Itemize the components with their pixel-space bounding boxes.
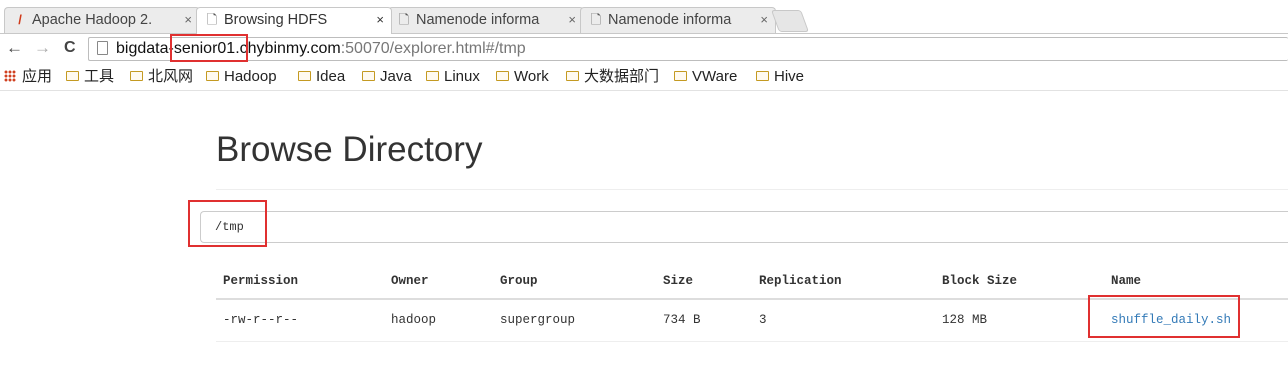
apps-grid-icon <box>4 70 16 82</box>
hadoop-favicon-icon: / <box>18 12 22 27</box>
bookmark-folder[interactable]: 工具 <box>66 64 114 90</box>
forward-arrow-icon[interactable]: → <box>34 36 51 60</box>
folder-icon <box>426 71 439 81</box>
divider <box>216 189 1288 190</box>
bookmark-folder[interactable]: 北风网 <box>130 64 193 90</box>
folder-icon <box>298 71 311 81</box>
folder-icon <box>674 71 687 81</box>
highlight-box-path <box>188 200 267 247</box>
folder-icon <box>206 71 219 81</box>
page-title: Browse Directory <box>216 130 483 169</box>
page-info-icon <box>97 41 108 55</box>
cell-permission: -rw-r--r-- <box>223 313 299 327</box>
close-icon[interactable]: × <box>376 8 384 32</box>
column-header-owner[interactable]: Owner <box>391 274 429 288</box>
cell-block-size: 128 MB <box>942 313 988 327</box>
address-bar[interactable]: bigdata-senior01.chybinmy.com:50070/expl… <box>88 37 1288 61</box>
bookmarks-bar: 应用 工具 北风网 Hadoop Idea Java Linux Work 大数… <box>0 64 1288 90</box>
url-path: :50070/explorer.html#/tmp <box>340 40 526 57</box>
column-header-block-size[interactable]: Block Size <box>942 274 1017 288</box>
tab-strip: / Apache Hadoop 2. × 🗋 Browsing HDFS × 🗋 Na… <box>0 0 1288 34</box>
bookmark-folder[interactable]: Linux <box>426 64 480 90</box>
bookmark-folder[interactable]: VWare <box>674 64 737 90</box>
cell-owner: hadoop <box>391 313 437 327</box>
page-icon: 🗋 <box>590 12 602 27</box>
page-icon: 🗋 <box>206 12 218 27</box>
bookmark-folder[interactable]: 大数据部门 <box>566 64 659 90</box>
folder-icon <box>756 71 769 81</box>
tab-namenode-info-2[interactable]: 🗋 Namenode informa × <box>580 7 776 33</box>
navigation-bar: ← → C bigdata-senior01.chybinmy.com:5007… <box>0 34 1288 64</box>
close-icon[interactable]: × <box>568 8 576 32</box>
tab-apache-hadoop[interactable]: / Apache Hadoop 2. × <box>4 7 200 33</box>
tab-namenode-info-1[interactable]: 🗋 Namenode informa × <box>388 7 584 33</box>
column-header-group[interactable]: Group <box>500 274 538 288</box>
folder-icon <box>130 71 143 81</box>
directory-path-input[interactable]: /tmp <box>200 211 1288 243</box>
highlight-box-hostname <box>170 34 248 62</box>
bookmark-folder[interactable]: Hive <box>756 64 804 90</box>
reload-icon[interactable]: C <box>64 36 76 60</box>
column-header-replication[interactable]: Replication <box>759 274 842 288</box>
bookmark-folder[interactable]: Idea <box>298 64 345 90</box>
folder-icon <box>362 71 375 81</box>
folder-icon <box>566 71 579 81</box>
new-tab-button[interactable] <box>770 10 810 32</box>
highlight-box-filename <box>1088 295 1240 338</box>
column-header-size[interactable]: Size <box>663 274 693 288</box>
bookmark-folder[interactable]: Work <box>496 64 549 90</box>
bookmark-folder[interactable]: Java <box>362 64 412 90</box>
cell-group: supergroup <box>500 313 576 327</box>
close-icon[interactable]: × <box>184 8 192 32</box>
folder-icon <box>66 71 79 81</box>
page-icon: 🗋 <box>398 12 410 27</box>
cell-replication: 3 <box>759 313 767 327</box>
close-icon[interactable]: × <box>760 8 768 32</box>
bookmark-apps[interactable]: 应用 <box>4 64 52 90</box>
bookmark-folder[interactable]: Hadoop <box>206 64 277 90</box>
column-header-name[interactable]: Name <box>1111 274 1141 288</box>
cell-size: 734 B <box>663 313 701 327</box>
column-header-permission[interactable]: Permission <box>223 274 298 288</box>
folder-icon <box>496 71 509 81</box>
tab-browsing-hdfs[interactable]: 🗋 Browsing HDFS × <box>196 7 392 34</box>
back-arrow-icon[interactable]: ← <box>6 36 23 60</box>
